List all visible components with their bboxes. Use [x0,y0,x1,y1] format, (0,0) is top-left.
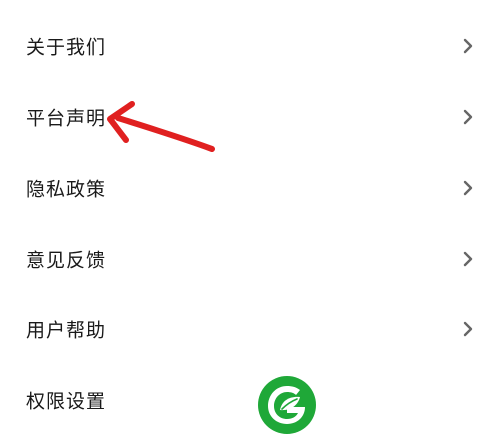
chevron-right-icon [463,109,473,125]
menu-item-feedback[interactable]: 意见反馈 [0,229,500,289]
menu-item-user-help[interactable]: 用户帮助 [0,299,500,359]
chevron-right-icon [463,321,473,337]
menu-item-label: 关于我们 [26,36,107,59]
chevron-right-icon [463,38,473,54]
menu-item-label: 平台声明 [26,107,107,130]
leaf-logo-icon [258,376,316,434]
chevron-right-icon [463,251,473,267]
menu-item-label: 意见反馈 [26,249,107,272]
menu-item-label: 隐私政策 [26,178,107,201]
menu-item-permission-settings[interactable]: 权限设置 [0,370,500,430]
menu-item-about-us[interactable]: 关于我们 [0,16,500,76]
settings-menu-list: 关于我们 平台声明 隐私政策 意见反馈 用户帮助 权限设置 [0,0,500,444]
menu-item-platform-statement[interactable]: 平台声明 [0,87,500,147]
menu-item-privacy-policy[interactable]: 隐私政策 [0,158,500,218]
chevron-right-icon [463,180,473,196]
menu-item-label: 权限设置 [26,390,107,413]
menu-item-label: 用户帮助 [26,319,107,342]
